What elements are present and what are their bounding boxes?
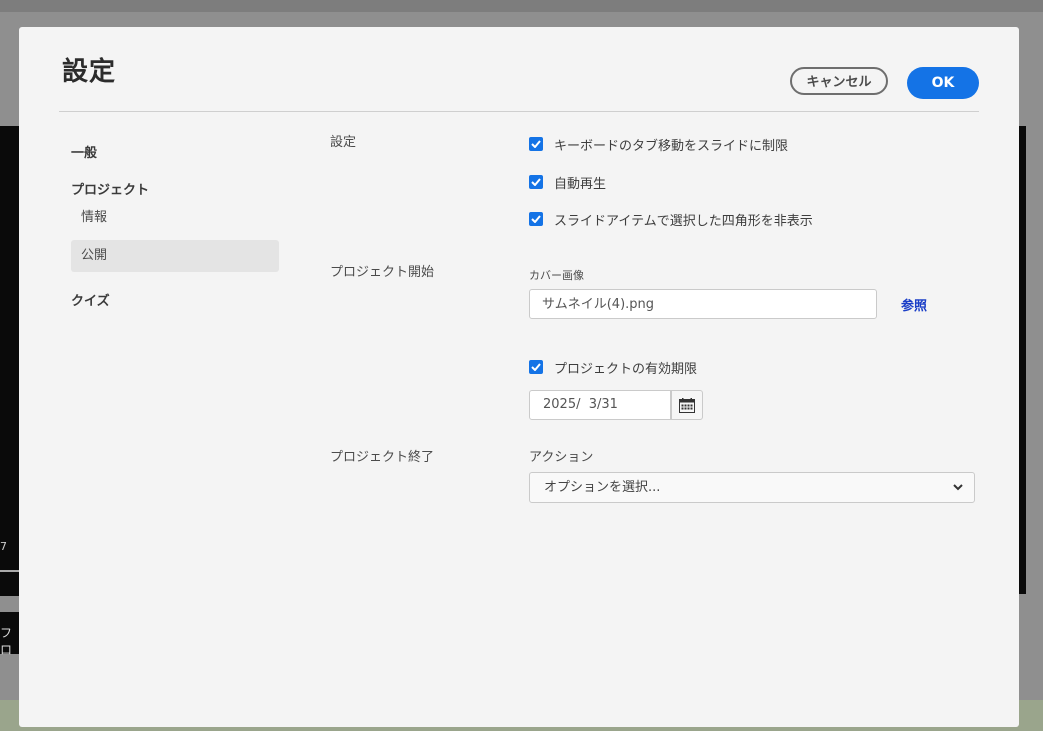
sidebar-item-label: 情報 (81, 210, 108, 225)
project-end-label: プロジェクト終了 (330, 450, 435, 465)
ok-button[interactable]: OK (907, 67, 979, 99)
calendar-icon (679, 397, 695, 413)
cover-image-field[interactable]: サムネイル(4).png (529, 289, 877, 319)
expiry-date-field[interactable]: 2025/ 3/31 (529, 390, 671, 420)
settings-section-label: 設定 (330, 135, 357, 150)
option-label: 自動再生 (554, 176, 607, 192)
option-restrict-tab[interactable]: キーボードのタブ移動をスライドに制限 (529, 134, 788, 154)
checkbox-checked-icon[interactable] (529, 360, 543, 374)
cancel-button[interactable]: キャンセル (790, 67, 888, 95)
option-hide-selection-rect[interactable]: スライドアイテムで選択した四角形を非表示 (529, 209, 813, 229)
background-top-bar (0, 0, 1043, 12)
header-divider (59, 111, 979, 112)
option-autoplay[interactable]: 自動再生 (529, 172, 606, 192)
checkbox-checked-icon[interactable] (529, 137, 543, 151)
browse-link[interactable]: 参照 (901, 295, 927, 314)
sidebar-item-general[interactable]: 一般 (71, 142, 97, 161)
background-number: 7 (0, 540, 7, 553)
background-scrub-line (0, 570, 20, 572)
sidebar-item-project[interactable]: プロジェクト (71, 179, 149, 198)
dialog-title: 設定 (62, 57, 117, 87)
chevron-down-icon (953, 484, 963, 491)
background-stage-left: 7 (0, 126, 20, 596)
cover-image-label: カバー画像 (529, 269, 584, 282)
action-select-value: オプションを選択... (544, 480, 661, 495)
calendar-button[interactable] (671, 390, 703, 420)
option-project-expiry[interactable]: プロジェクトの有効期限 (529, 357, 697, 377)
background-bottom-panel: フロ (0, 612, 20, 657)
checkbox-checked-icon[interactable] (529, 212, 543, 226)
project-start-label: プロジェクト開始 (330, 265, 435, 280)
option-label: スライドアイテムで選択した四角形を非表示 (554, 213, 813, 229)
action-label: アクション (529, 450, 594, 465)
option-label: プロジェクトの有効期限 (554, 361, 698, 377)
sidebar-item-publish[interactable]: 公開 (71, 240, 279, 272)
background-bottom-text: フロ (0, 626, 13, 657)
sidebar-item-label: 公開 (81, 248, 108, 263)
action-select[interactable]: オプションを選択... (529, 472, 975, 503)
sidebar-item-info[interactable]: 情報 (71, 202, 279, 234)
settings-dialog: 設定 キャンセル OK 一般 プロジェクト 情報 公開 クイズ 設定 キーボード… (19, 27, 1019, 727)
option-label: キーボードのタブ移動をスライドに制限 (554, 138, 789, 154)
checkbox-checked-icon[interactable] (529, 175, 543, 189)
sidebar-item-quiz[interactable]: クイズ (71, 290, 110, 309)
background-stage-right (1019, 126, 1026, 594)
